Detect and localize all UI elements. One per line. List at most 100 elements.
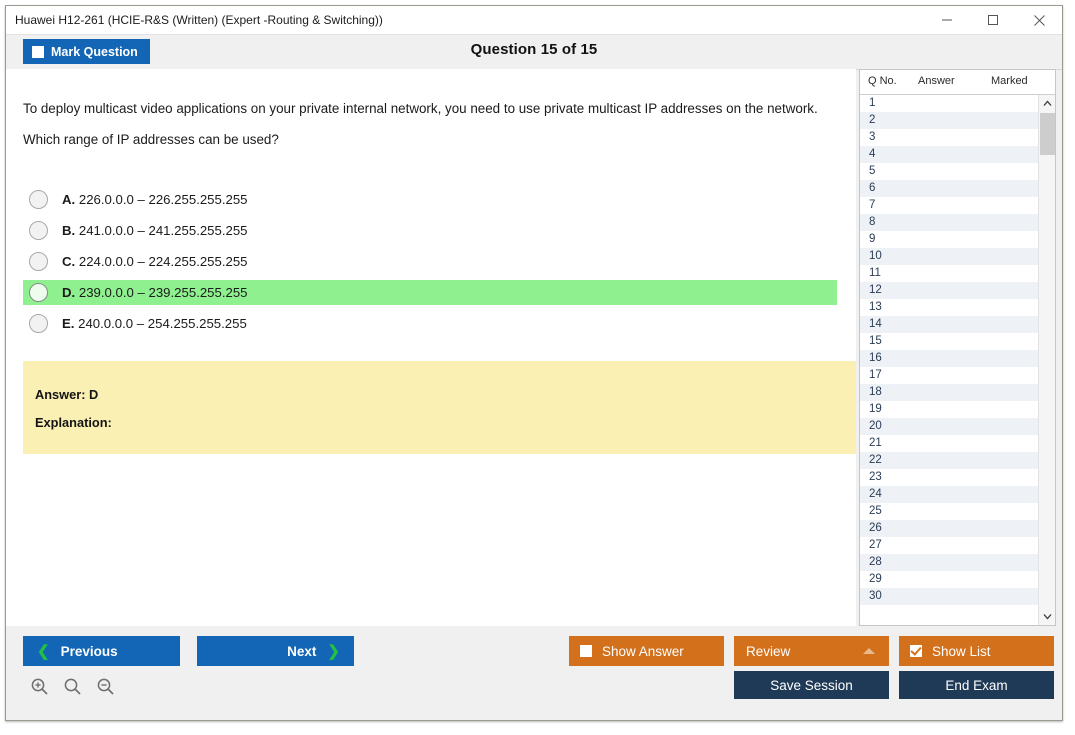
previous-button[interactable]: ❮ Previous	[23, 636, 180, 666]
question-list-row[interactable]: 3	[860, 129, 1038, 146]
show-answer-checkbox[interactable]	[580, 645, 592, 657]
question-list-number: 15	[869, 335, 882, 347]
question-list-row[interactable]: 2	[860, 112, 1038, 129]
show-list-button[interactable]: Show List	[899, 636, 1054, 666]
show-answer-button[interactable]: Show Answer	[569, 636, 724, 666]
answer-option-letter: C.	[62, 254, 76, 269]
zoom-in-icon[interactable]	[26, 674, 52, 698]
question-list-number: 25	[869, 505, 882, 517]
zoom-out-icon[interactable]	[92, 674, 118, 698]
column-header-qno: Q No.	[868, 75, 897, 87]
minimize-icon[interactable]	[924, 6, 970, 34]
question-list-body[interactable]: 1 2 3 4 5 6 7 8 9 10 11 12 13 14 15 16 17 18 19 20 21 22 23 24 2…	[860, 95, 1038, 625]
question-list-row[interactable]: 11	[860, 265, 1038, 282]
question-list-number: 28	[869, 556, 882, 568]
answer-option-d[interactable]: D. 239.0.0.0 – 239.255.255.255	[23, 280, 837, 305]
end-exam-label: End Exam	[945, 677, 1008, 693]
scroll-up-icon[interactable]	[1039, 95, 1055, 112]
question-list-row[interactable]: 5	[860, 163, 1038, 180]
answer-option-radio[interactable]	[29, 252, 48, 271]
question-list-row[interactable]: 8	[860, 214, 1038, 231]
maximize-icon[interactable]	[970, 6, 1016, 34]
question-list-row[interactable]: 19	[860, 401, 1038, 418]
question-list-number: 4	[869, 148, 876, 160]
window-controls	[924, 6, 1062, 34]
answer-option-radio[interactable]	[29, 283, 48, 302]
review-label: Review	[746, 643, 791, 659]
answer-option-radio[interactable]	[29, 221, 48, 240]
question-list-number: 9	[869, 233, 876, 245]
answer-label: Answer: D	[35, 387, 99, 402]
question-list-row[interactable]: 13	[860, 299, 1038, 316]
answer-option-text: 240.0.0.0 – 254.255.255.255	[78, 316, 247, 331]
answer-option-c[interactable]: C. 224.0.0.0 – 224.255.255.255	[23, 249, 837, 274]
answer-option-letter: E.	[62, 316, 75, 331]
answer-option-e[interactable]: E. 240.0.0.0 – 254.255.255.255	[23, 311, 837, 336]
answer-option-label: C. 224.0.0.0 – 224.255.255.255	[62, 254, 248, 269]
window-title: Huawei H12-261 (HCIE-R&S (Written) (Expe…	[15, 13, 383, 27]
column-header-answer: Answer	[918, 75, 955, 87]
question-list-row[interactable]: 10	[860, 248, 1038, 265]
question-list-row[interactable]: 30	[860, 588, 1038, 605]
bottom-toolbar: ❮ Previous Next ❯ Show Answer Review Sho…	[6, 626, 1062, 720]
question-list-row[interactable]: 17	[860, 367, 1038, 384]
show-list-checkbox[interactable]	[910, 645, 922, 657]
caret-up-icon	[863, 648, 875, 654]
next-button[interactable]: Next ❯	[197, 636, 354, 666]
answer-option-radio[interactable]	[29, 314, 48, 333]
question-list-row[interactable]: 7	[860, 197, 1038, 214]
question-list-row[interactable]: 18	[860, 384, 1038, 401]
answer-option-label: A. 226.0.0.0 – 226.255.255.255	[62, 192, 248, 207]
column-header-marked: Marked	[991, 75, 1028, 87]
question-list-number: 20	[869, 420, 882, 432]
scrollbar-thumb[interactable]	[1040, 113, 1055, 155]
question-list-row[interactable]: 9	[860, 231, 1038, 248]
answer-option-a[interactable]: A. 226.0.0.0 – 226.255.255.255	[23, 187, 837, 212]
question-list-number: 30	[869, 590, 882, 602]
question-list-number: 26	[869, 522, 882, 534]
question-list-row[interactable]: 29	[860, 571, 1038, 588]
answer-options-list: A. 226.0.0.0 – 226.255.255.255 B. 241.0.0…	[23, 187, 837, 342]
question-list-row[interactable]: 21	[860, 435, 1038, 452]
question-list-number: 27	[869, 539, 882, 551]
question-counter: Question 15 of 15	[470, 41, 598, 58]
question-list-row[interactable]: 4	[860, 146, 1038, 163]
show-answer-label: Show Answer	[602, 643, 684, 659]
question-list-row[interactable]: 26	[860, 520, 1038, 537]
review-dropdown-button[interactable]: Review	[734, 636, 889, 666]
question-list-row[interactable]: 22	[860, 452, 1038, 469]
question-list-scrollbar[interactable]	[1038, 95, 1055, 625]
show-list-label: Show List	[932, 643, 991, 659]
answer-option-b[interactable]: B. 241.0.0.0 – 241.255.255.255	[23, 218, 837, 243]
question-content-area: To deploy multicast video applications o…	[6, 69, 856, 626]
question-stem-line1: To deploy multicast video applications o…	[23, 101, 818, 116]
exam-app-screenshot: Huawei H12-261 (HCIE-R&S (Written) (Expe…	[0, 0, 1075, 735]
answer-option-text: 239.0.0.0 – 239.255.255.255	[78, 285, 248, 300]
question-list-number: 1	[869, 97, 876, 109]
zoom-reset-icon[interactable]	[59, 674, 85, 698]
answer-option-radio[interactable]	[29, 190, 48, 209]
question-list-number: 23	[869, 471, 882, 483]
answer-option-letter: B.	[62, 223, 76, 238]
question-list-row[interactable]: 12	[860, 282, 1038, 299]
question-stem-line2: Which range of IP addresses can be used?	[23, 132, 279, 147]
question-list-row[interactable]: 16	[860, 350, 1038, 367]
explanation-label: Explanation:	[35, 415, 112, 430]
question-list-row[interactable]: 6	[860, 180, 1038, 197]
question-list-row[interactable]: 28	[860, 554, 1038, 571]
save-session-button[interactable]: Save Session	[734, 671, 889, 699]
question-list-row[interactable]: 27	[860, 537, 1038, 554]
question-list-number: 13	[869, 301, 882, 313]
question-list-row[interactable]: 23	[860, 469, 1038, 486]
scroll-down-icon[interactable]	[1039, 608, 1055, 625]
question-list-row[interactable]: 14	[860, 316, 1038, 333]
question-list-row[interactable]: 25	[860, 503, 1038, 520]
question-list-row[interactable]: 24	[860, 486, 1038, 503]
question-list-row[interactable]: 1	[860, 95, 1038, 112]
question-list-row[interactable]: 15	[860, 333, 1038, 350]
close-icon[interactable]	[1016, 6, 1062, 34]
end-exam-button[interactable]: End Exam	[899, 671, 1054, 699]
question-list-row[interactable]: 20	[860, 418, 1038, 435]
question-list-number: 2	[869, 114, 876, 126]
question-list-number: 7	[869, 199, 876, 211]
